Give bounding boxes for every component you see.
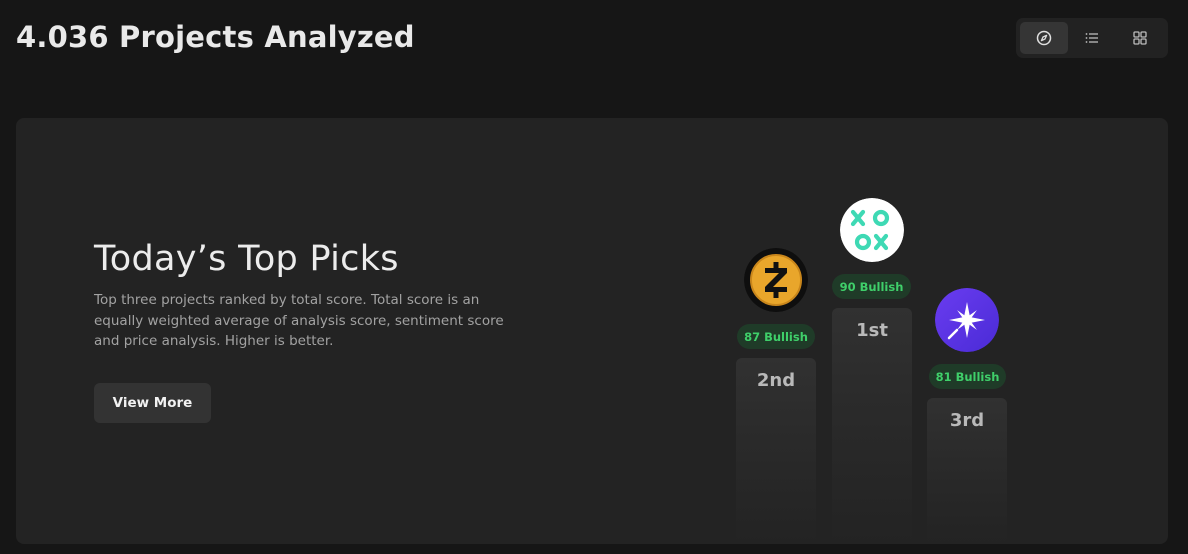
hero-description: Top three projects ranked by total score… xyxy=(94,292,504,349)
view-list-button[interactable] xyxy=(1068,22,1116,54)
list-icon xyxy=(1085,33,1098,43)
hero-title: Today’s Top Picks xyxy=(94,239,399,279)
view-grid-button[interactable] xyxy=(1116,22,1164,54)
rank-label-second: 2nd xyxy=(756,370,796,391)
zcash-logo-icon xyxy=(744,248,808,312)
pillar-second: 2nd xyxy=(736,358,816,544)
page-title: 4.036 Projects Analyzed xyxy=(16,20,415,54)
view-more-button[interactable]: View More xyxy=(94,383,211,423)
view-explore-button[interactable] xyxy=(1020,22,1068,54)
grid-icon xyxy=(1133,31,1147,45)
bullish-badge-first: 90 Bullish xyxy=(832,274,911,299)
rank-label-third: 3rd xyxy=(949,410,985,431)
view-toggle xyxy=(1016,18,1168,58)
bullish-badge-second: 87 Bullish xyxy=(737,324,815,349)
pillar-third: 3rd xyxy=(927,398,1007,544)
top-picks-card: Today’s Top Picks Top three projects ran… xyxy=(16,118,1168,544)
bullish-badge-third: 81 Bullish xyxy=(929,364,1006,389)
rank-label-first: 1st xyxy=(856,320,888,341)
compass-icon xyxy=(1036,30,1052,46)
sparkle-logo-icon xyxy=(935,288,999,352)
pillar-first: 1st xyxy=(832,308,912,544)
xoox-logo-icon xyxy=(840,198,904,262)
